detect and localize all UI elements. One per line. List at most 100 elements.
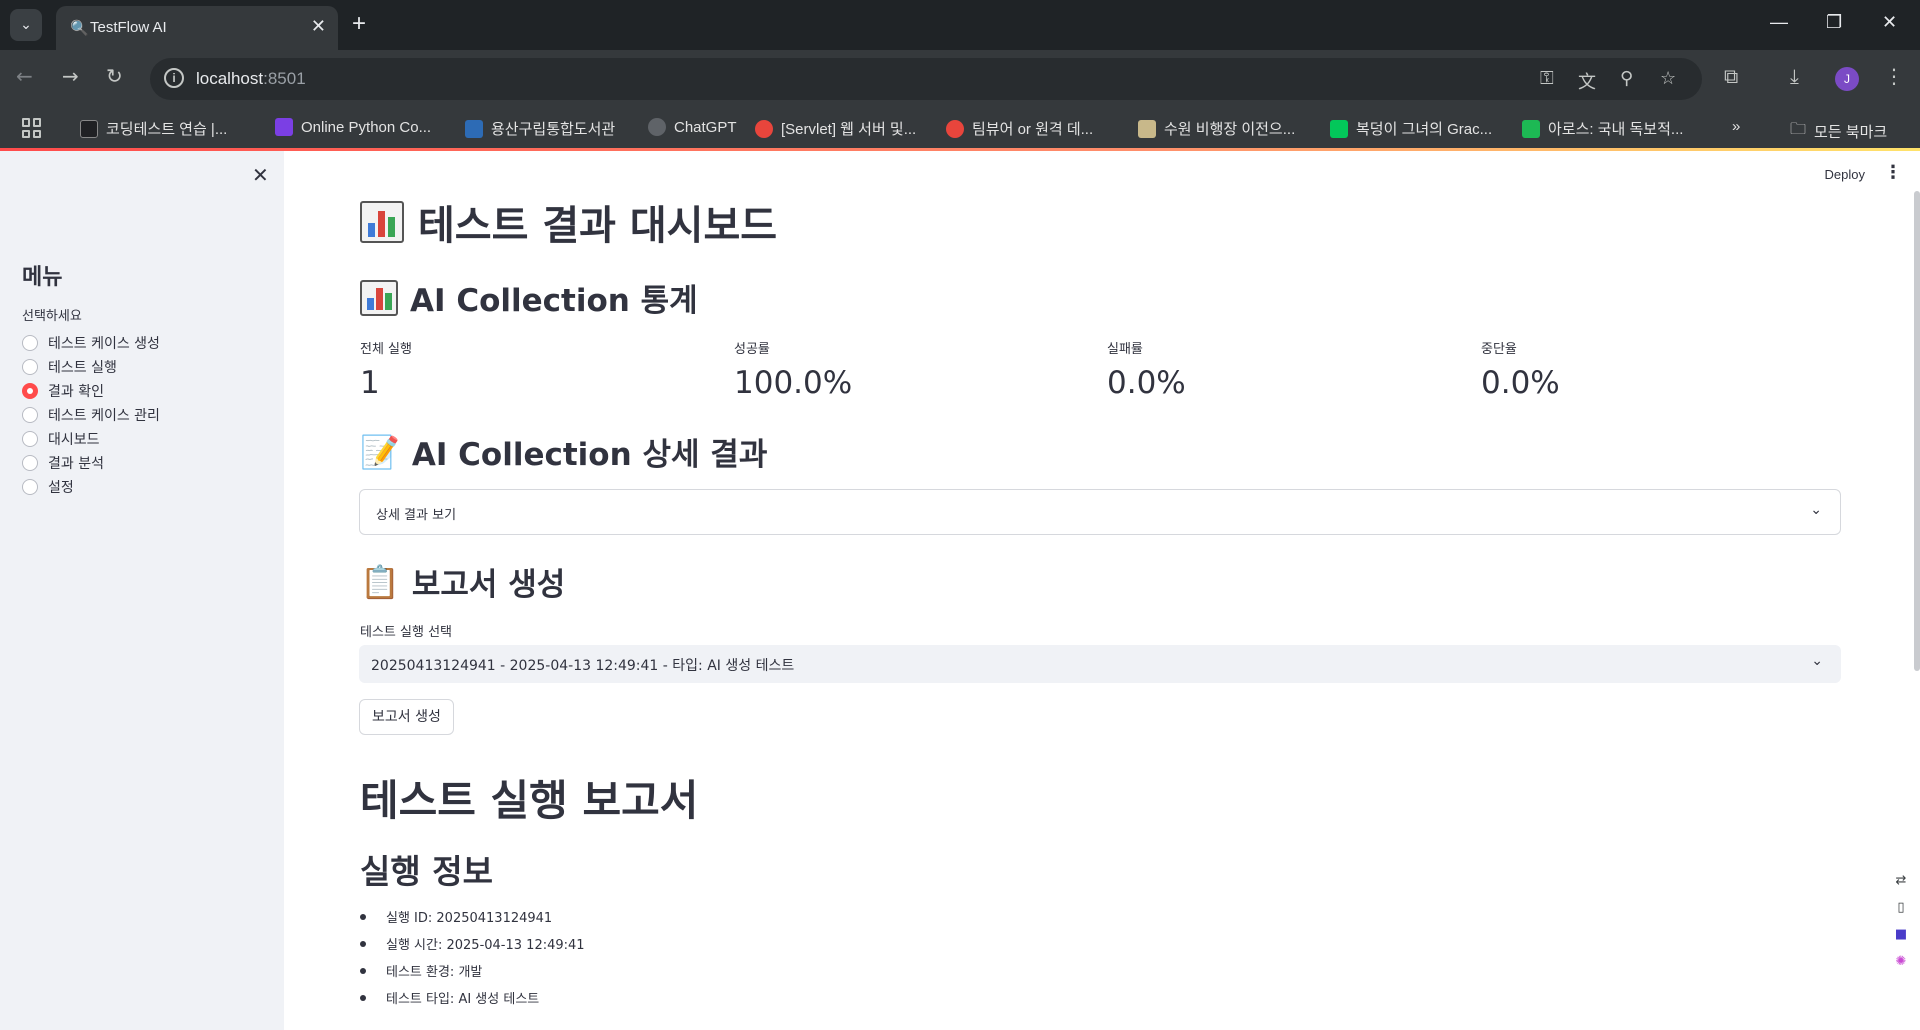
minimize-icon[interactable]: —: [1770, 12, 1788, 33]
folder-icon: 🗀: [1790, 121, 1807, 138]
radio-option-manage-test-cases[interactable]: 테스트 케이스 관리: [22, 405, 160, 425]
bookmark-icon[interactable]: ■: [1895, 927, 1907, 942]
browser-toolbar: ← → ↻ i localhost:8501 ⚿ 文 ⚲ ☆ ⧉ ⤓ J ⋮: [0, 50, 1920, 108]
tab-title: TestFlow AI: [90, 19, 167, 36]
bookmark-item[interactable]: 팀뷰어 or 원격 데...: [946, 118, 1093, 139]
close-tab-icon[interactable]: ✕: [311, 16, 326, 37]
library-icon: [465, 119, 483, 138]
bookmark-item[interactable]: 아로스: 국내 독보적...: [1522, 118, 1683, 139]
radio-dot[interactable]: [22, 359, 38, 375]
zoom-icon[interactable]: ⚲: [1620, 68, 1633, 89]
python-compiler-icon: [275, 118, 293, 136]
back-icon[interactable]: ←: [16, 64, 33, 88]
main-content: Deploy ⋮ 테스트 결과 대시보드 AI Collection 통계 전체…: [284, 151, 1920, 1030]
radio-option-settings[interactable]: 설정: [22, 477, 74, 497]
run-select[interactable]: 20250413124941 - 2025-04-13 12:49:41 - 타…: [359, 645, 1841, 683]
bookmarks-bar: 코딩테스트 연습 |... Online Python Co... 용산구립통합…: [0, 108, 1920, 148]
memo-icon: 📝: [360, 432, 400, 471]
tistory-icon: [946, 119, 964, 138]
translate-icon[interactable]: 文: [1578, 68, 1596, 94]
document-icon: [1138, 119, 1156, 138]
all-bookmarks-folder[interactable]: 🗀 모든 북마크: [1790, 118, 1887, 145]
tistory-icon: [755, 119, 773, 138]
site-info-icon[interactable]: i: [164, 68, 184, 88]
generate-report-button[interactable]: 보고서 생성: [359, 699, 454, 735]
search-icon: 🔍: [70, 19, 89, 37]
swap-icon[interactable]: ⇄: [1896, 873, 1907, 888]
close-sidebar-icon[interactable]: ✕: [252, 163, 269, 188]
aros-icon: [1522, 119, 1540, 138]
deploy-button[interactable]: Deploy: [1825, 167, 1865, 182]
reload-icon[interactable]: ↻: [106, 64, 123, 88]
radio-option-result-analysis[interactable]: 결과 분석: [22, 453, 104, 473]
radio-option-run-test[interactable]: 테스트 실행: [22, 357, 117, 377]
bar-chart-icon: [360, 201, 404, 243]
url-text[interactable]: localhost:8501: [196, 69, 306, 89]
page-title: 테스트 결과 대시보드: [360, 193, 777, 251]
tab-search-chevron-icon[interactable]: ⌄: [10, 9, 42, 41]
programmers-icon: [80, 119, 98, 138]
metric-abort-rate: 중단율 0.0%: [1481, 342, 1560, 401]
apps-grid-icon[interactable]: [22, 118, 42, 138]
chevron-down-icon: ⌄: [1811, 653, 1823, 669]
run-info-heading: 실행 정보: [360, 852, 493, 891]
address-bar[interactable]: i localhost:8501 ⚿ 文 ⚲ ☆: [150, 58, 1702, 100]
bookmark-item[interactable]: ChatGPT: [648, 118, 737, 136]
new-tab-icon[interactable]: +: [352, 10, 366, 38]
radio-dot-selected[interactable]: [22, 383, 38, 399]
scrollbar[interactable]: [1914, 191, 1920, 671]
close-window-icon[interactable]: ✕: [1882, 12, 1897, 33]
list-item: 실행 ID: 20250413124941: [360, 903, 585, 930]
clipboard-icon: 📋: [360, 562, 400, 601]
blog-icon: [1330, 119, 1348, 138]
bookmark-item[interactable]: [Servlet] 웹 서버 및...: [755, 118, 916, 139]
brain-icon[interactable]: ✺: [1896, 954, 1907, 969]
password-key-icon[interactable]: ⚿: [1540, 68, 1554, 89]
metric-failure-rate: 실패률 0.0%: [1107, 342, 1186, 401]
radio-option-create-test-case[interactable]: 테스트 케이스 생성: [22, 333, 160, 353]
metric-success-rate: 성공률 100.0%: [734, 342, 853, 401]
bar-chart-icon: [360, 279, 398, 316]
stats-heading: AI Collection 통계: [360, 275, 698, 320]
radio-group-label: 선택하세요: [22, 309, 82, 324]
detail-heading: 📝 AI Collection 상세 결과: [360, 432, 768, 474]
radio-dot[interactable]: [22, 335, 38, 351]
radio-dot[interactable]: [22, 455, 38, 471]
report-title: 테스트 실행 보고서: [360, 776, 699, 825]
radio-option-dashboard[interactable]: 대시보드: [22, 429, 100, 449]
bookmark-star-icon[interactable]: ☆: [1660, 68, 1676, 89]
list-item: 테스트 타입: AI 생성 테스트: [360, 984, 585, 1011]
bookmark-item[interactable]: 코딩테스트 연습 |...: [80, 118, 227, 139]
main-menu-icon[interactable]: ⋮: [1884, 162, 1902, 183]
forward-icon[interactable]: →: [62, 64, 79, 88]
radio-dot[interactable]: [22, 431, 38, 447]
list-item: 테스트 환경: 개발: [360, 957, 585, 984]
bookmark-item[interactable]: 복덩이 그녀의 Grac...: [1330, 118, 1492, 139]
browser-tab-bar: ⌄ 🔍 TestFlow AI ✕ + — ❐ ✕: [0, 0, 1920, 50]
more-bookmarks-icon[interactable]: »: [1732, 118, 1740, 135]
bookmark-item[interactable]: 수원 비행장 이전으...: [1138, 118, 1295, 139]
run-select-label: 테스트 실행 선택: [360, 625, 452, 640]
sidebar-title: 메뉴: [22, 265, 63, 290]
extensions-icon[interactable]: ⧉: [1724, 64, 1738, 88]
bookmark-item[interactable]: Online Python Co...: [275, 118, 431, 136]
detail-expander[interactable]: 상세 결과 보기 ⌄: [359, 489, 1841, 535]
side-tools: ⇄ ▯ ■ ✺: [1888, 873, 1914, 969]
radio-dot[interactable]: [22, 407, 38, 423]
chevron-down-icon: ⌄: [1810, 502, 1822, 518]
report-section-heading: 📋 보고서 생성: [360, 562, 566, 604]
sidebar: ✕ 메뉴 선택하세요 테스트 케이스 생성 테스트 실행 결과 확인 테스트 케…: [0, 151, 284, 1030]
browser-tab[interactable]: 🔍 TestFlow AI ✕: [56, 6, 338, 50]
book-icon[interactable]: ▯: [1897, 900, 1904, 915]
radio-dot[interactable]: [22, 479, 38, 495]
bookmark-item[interactable]: 용산구립통합도서관: [465, 118, 615, 139]
list-item: 실행 시간: 2025-04-13 12:49:41: [360, 930, 585, 957]
chatgpt-icon: [648, 118, 666, 136]
profile-avatar[interactable]: J: [1835, 67, 1859, 91]
browser-menu-icon[interactable]: ⋮: [1884, 64, 1904, 88]
restore-icon[interactable]: ❐: [1826, 12, 1842, 33]
metric-total-runs: 전체 실행 1: [360, 342, 412, 401]
radio-option-view-results[interactable]: 결과 확인: [22, 381, 104, 401]
run-info-list: 실행 ID: 20250413124941 실행 시간: 2025-04-13 …: [360, 903, 585, 1011]
download-icon[interactable]: ⤓: [1790, 64, 1799, 88]
